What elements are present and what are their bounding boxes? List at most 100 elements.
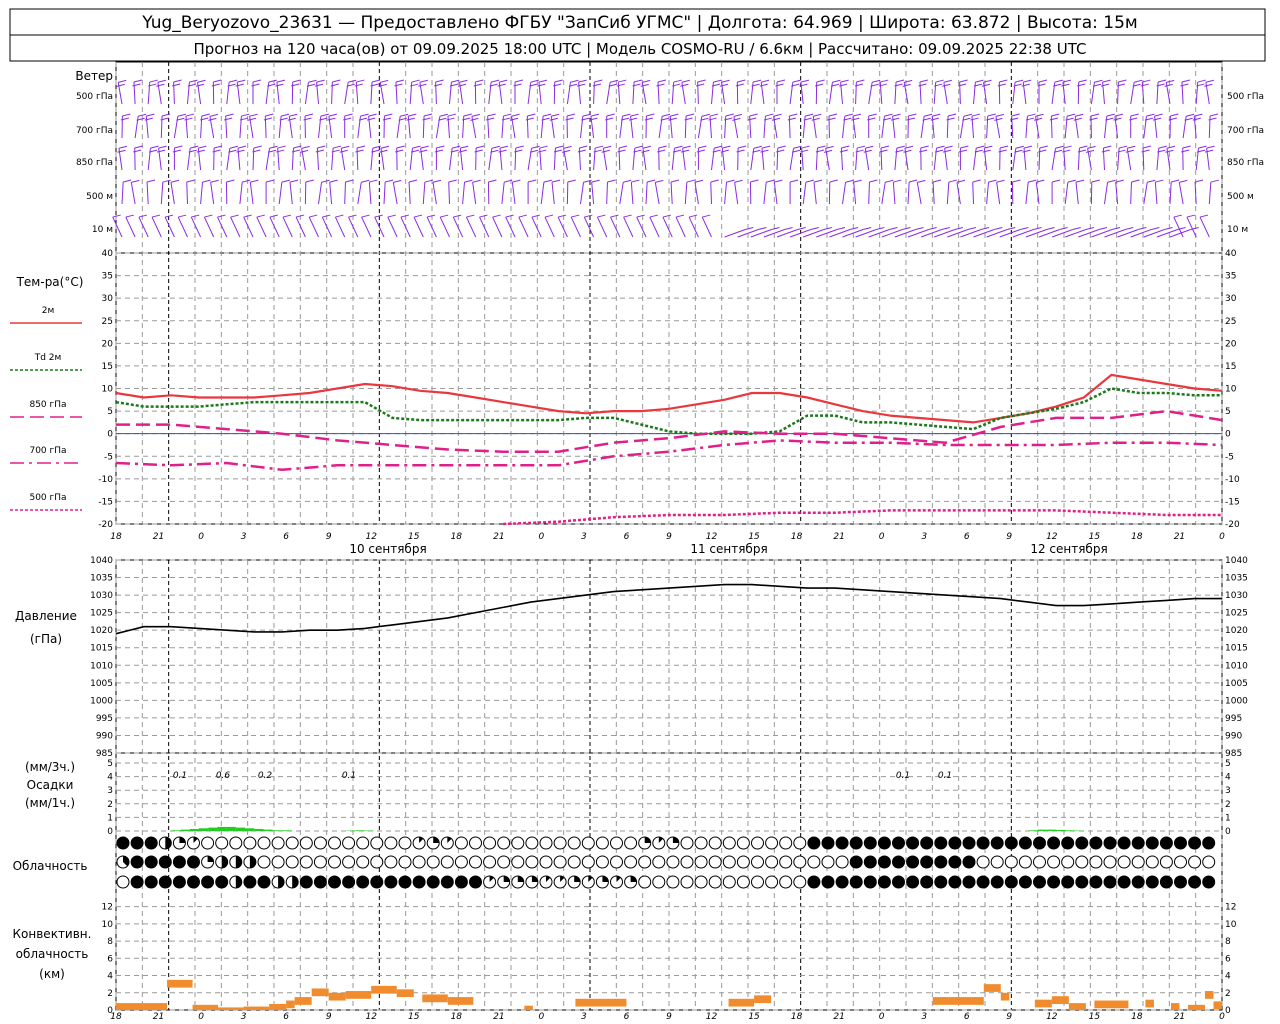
wind-barb-flag [1197, 79, 1206, 83]
cloud-octa [821, 855, 835, 869]
precip-tick-label: 3 [107, 786, 113, 796]
cloud-octa [243, 855, 257, 869]
cloud-octa-circle [1033, 855, 1046, 869]
wind-barb-flag [1127, 145, 1136, 149]
wind-barb [1025, 182, 1029, 205]
cloud-octa [976, 875, 990, 889]
pressure-tick-label: 1040 [90, 556, 113, 566]
wind-barb-flag [594, 79, 603, 83]
wind-barb-flag [732, 117, 741, 121]
hour-tick-label: 0 [198, 1012, 204, 1022]
wind-barb [654, 182, 660, 205]
wind-barb-flag [670, 113, 679, 117]
wind-barb [623, 216, 634, 238]
hour-tick-label: 6 [624, 1012, 630, 1022]
cloud-octa [158, 875, 172, 889]
cloud-octa-fill [342, 876, 355, 888]
wind-barb-flag [268, 79, 277, 83]
hour-tick-label: 21 [833, 532, 844, 542]
wind-barb-flag [487, 113, 496, 117]
cloud-octa-circle [313, 855, 327, 869]
temp-legend-label: 700 гПа [29, 446, 66, 456]
conv-tick-label: 10 [102, 920, 114, 930]
wind-barb-flag [138, 214, 148, 218]
cloud-octa [328, 836, 341, 850]
hour-tick-label: 18 [451, 1012, 463, 1022]
precip-tick-label: 4 [107, 773, 113, 783]
wind-barb-flag [131, 179, 140, 183]
cloud-octa-circle [680, 836, 694, 850]
wind-barb [170, 182, 175, 205]
cloud-octa [130, 855, 144, 869]
wind-barb [472, 182, 477, 205]
wind-barb-flag [366, 117, 376, 121]
cloud-octa-circle [299, 855, 313, 869]
wind-barb [249, 182, 254, 205]
cloud-octa [440, 836, 454, 850]
cloud-octa-fill [644, 837, 651, 843]
wind-barb-flag [195, 83, 205, 87]
wind-barb [413, 216, 424, 238]
cloud-octa [595, 836, 609, 850]
wind-barb-flag [942, 83, 951, 87]
wind-barb-flag [737, 145, 747, 149]
cloud-octa [976, 855, 990, 869]
cloud-octa-fill [1188, 837, 1201, 849]
conv-tick-label: 0 [107, 1006, 113, 1016]
wind-barb [540, 182, 545, 205]
wind-barb-flag [466, 214, 475, 218]
wind-barb-flag [578, 79, 587, 83]
wind-barb-flag [725, 113, 734, 117]
hour-tick-label: 21 [1174, 1012, 1185, 1022]
cloud-octa [342, 855, 356, 869]
wind-barb-flag [618, 79, 627, 83]
wind-barb-flag [1205, 79, 1214, 83]
cloud-octa [356, 836, 370, 850]
wind-barb-flag [909, 179, 918, 183]
cloud-octa-fill [963, 876, 975, 888]
wind-barb-flag [670, 179, 680, 183]
wind-level-label: 700 гПа [1227, 126, 1264, 136]
wind-barb-flag [549, 117, 558, 121]
conv-tick-label: 4 [1225, 972, 1231, 982]
wind-barb [462, 182, 466, 205]
wind-barb [701, 216, 712, 238]
wind-barb-flag [1035, 113, 1044, 117]
wind-barb [1178, 182, 1184, 205]
hour-tick-label: 21 [1174, 532, 1185, 542]
cloud-octa [1145, 836, 1159, 850]
cloud-octa-fill [1061, 837, 1074, 849]
precip-amount-label: 0.6 [216, 771, 231, 781]
precip-bar [180, 829, 190, 831]
wind-barb-flag [734, 179, 743, 183]
wind-barb [570, 216, 581, 238]
cloud-octa-fill [991, 837, 1004, 849]
wind-barb-flag [543, 179, 553, 183]
hour-tick-label: 21 [833, 1012, 844, 1022]
cloud-octa [525, 855, 539, 869]
wind-barb [630, 182, 634, 205]
cloud-octa-fill [977, 876, 990, 888]
wind-barb-flag [505, 214, 514, 218]
wind-barb-flag [198, 145, 207, 149]
wind-barb-flag [230, 214, 239, 218]
hour-tick-label: 15 [748, 532, 760, 542]
cloud-octa-fill [1061, 876, 1074, 888]
wind-barb [439, 216, 450, 238]
wind-barb-flag [190, 145, 199, 149]
wind-barb [551, 182, 555, 205]
wind-barb-flag [591, 179, 600, 183]
cloud-octa [666, 855, 680, 869]
hour-tick-label: 9 [1006, 532, 1012, 542]
wind-barb-flag [566, 113, 576, 117]
cloud-octa-fill [117, 837, 129, 849]
conv-bar [294, 997, 312, 1005]
cloud-octa [158, 855, 172, 869]
wind-barb-flag [1054, 79, 1063, 83]
cloud-octa [906, 855, 920, 869]
wind-barb-flag [439, 113, 448, 117]
cloud-octa [1159, 836, 1173, 850]
cloud-octa-circle [1047, 855, 1061, 869]
precip-tick-label: 5 [107, 759, 113, 769]
wind-barb-flag [761, 79, 770, 83]
